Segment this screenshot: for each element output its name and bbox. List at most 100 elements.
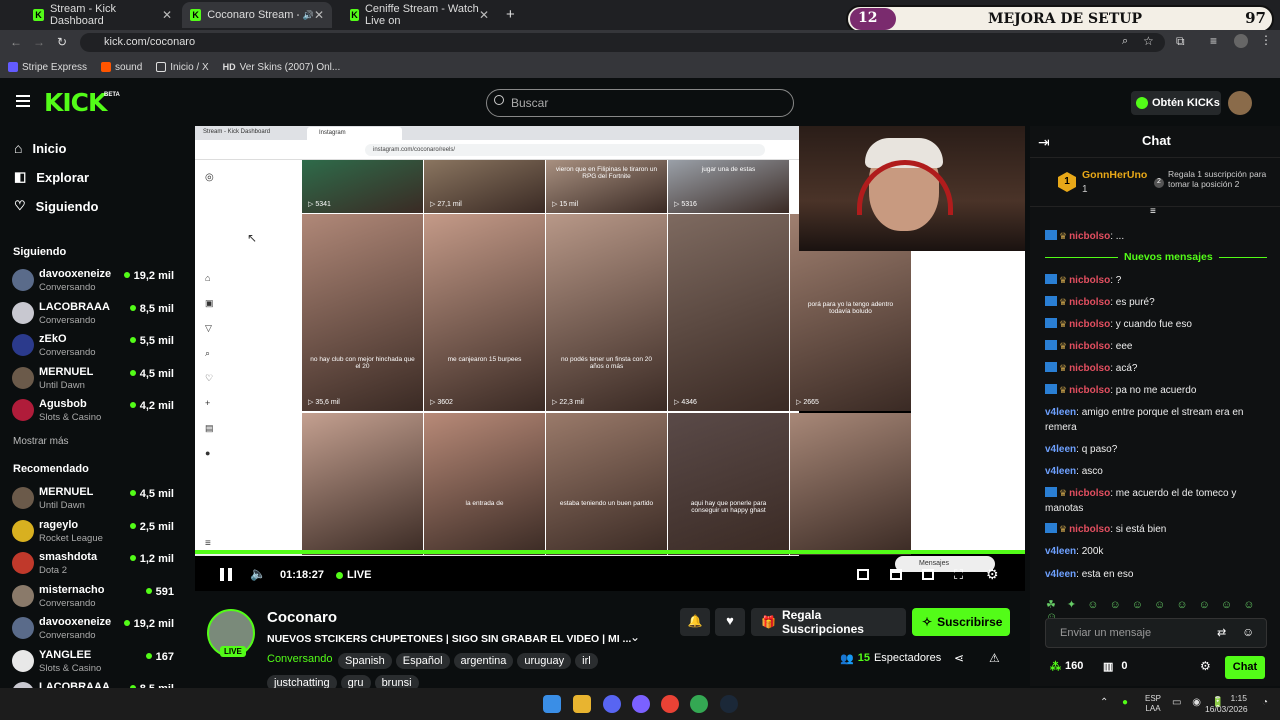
reel-tile[interactable]: ▷ 4346 <box>668 214 789 411</box>
reel-tile[interactable]: no hay club con mejor hinchada que el 20… <box>302 214 423 411</box>
subscribe-button[interactable]: ✧ Suscribirse <box>912 608 1010 636</box>
media-icon[interactable]: ≡ <box>1210 34 1217 48</box>
get-kicks-button[interactable]: Obtén KICKs <box>1131 91 1221 115</box>
hamburger-menu-icon[interactable] <box>16 95 30 107</box>
notification-icon[interactable]: ◔ <box>1262 697 1268 708</box>
gift-subscriptions-button[interactable]: 🎁 Regala Suscripciones <box>751 608 906 636</box>
settings-gear-icon[interactable]: ⚙ <box>986 566 999 583</box>
chat-username[interactable]: v4leen <box>1045 546 1076 557</box>
reload-icon[interactable]: ↻ <box>57 35 67 49</box>
reel-tile[interactable]: no podés tener un finsta con 20 años o m… <box>546 214 667 411</box>
reel-tile[interactable] <box>302 413 423 555</box>
chat-settings-icon[interactable]: ⚙ <box>1200 659 1211 673</box>
chat-username[interactable]: nicbolso <box>1069 231 1110 242</box>
app-icon[interactable] <box>632 695 650 713</box>
stream-tag[interactable]: uruguay <box>517 653 572 669</box>
close-icon[interactable]: ✕ <box>162 8 172 22</box>
chat-username[interactable]: nicbolso <box>1069 319 1110 330</box>
chat-filter-icon[interactable]: ≡ <box>1150 206 1156 217</box>
reel-tile[interactable]: estaba teniendo un buen partido <box>546 413 667 555</box>
reel-tile[interactable] <box>790 413 911 555</box>
channel-item[interactable]: davooxeneize Conversando 19,2 mil <box>12 267 178 299</box>
stream-tag[interactable]: Español <box>395 653 450 669</box>
pause-icon[interactable] <box>220 568 232 581</box>
kick-logo[interactable]: KICK <box>44 88 107 117</box>
bookmark-item[interactable]: HD Ver Skins (2007) Onl... <box>223 62 341 73</box>
speaker-icon[interactable]: 🔊 <box>303 10 314 21</box>
chat-username[interactable]: v4leen <box>1045 569 1076 580</box>
forward-icon[interactable]: → <box>33 35 45 49</box>
channel-item[interactable]: YANGLEE Slots & Casino 167 <box>12 648 178 680</box>
nav-explorar[interactable]: ◧ Explorar <box>14 169 89 185</box>
chat-username[interactable]: nicbolso <box>1069 524 1110 535</box>
chat-username[interactable]: v4leen <box>1045 466 1076 477</box>
bookmark-star-icon[interactable]: ☆ <box>1143 34 1154 48</box>
reel-tile[interactable]: me canjearon 15 burpees ▷ 3602 <box>424 214 545 411</box>
video-player[interactable]: Stream - Kick Dashboard Instagram instag… <box>195 126 1025 591</box>
app-icon[interactable] <box>661 695 679 713</box>
emote-bar[interactable]: ☘ ✦ ☺ ☺ ☺ ☺ ☺ ☺ ☺ ☺ ☺ <box>1046 598 1266 623</box>
volume-icon[interactable]: 🔈 <box>250 566 266 582</box>
reel-tile[interactable]: vieron que en Filipinas le tiraron un RP… <box>546 160 667 213</box>
channel-item[interactable]: MERNUEL Until Dawn 4,5 mil <box>12 485 178 517</box>
profile-avatar[interactable] <box>1234 34 1248 48</box>
bookmark-item[interactable]: sound <box>101 62 142 73</box>
start-icon[interactable] <box>543 695 561 713</box>
channel-item[interactable]: rageylo Rocket League 2,5 mil <box>12 518 178 550</box>
fullscreen-icon[interactable]: ⛶ <box>954 567 963 583</box>
clock[interactable]: 1:15 16/03/2026 <box>1205 693 1248 715</box>
clip-icon[interactable] <box>890 569 902 580</box>
file-explorer-icon[interactable] <box>573 695 591 713</box>
reel-tile[interactable]: la entrada de <box>424 413 545 555</box>
nav-inicio[interactable]: ⌂ Inicio <box>14 140 66 156</box>
channel-item[interactable]: davooxeneize Conversando 19,2 mil <box>12 615 178 647</box>
zoom-icon[interactable]: ⌕ <box>1122 35 1128 48</box>
back-icon[interactable]: ← <box>10 35 22 49</box>
notification-bell-button[interactable]: 🔔 <box>680 608 710 636</box>
translate-icon[interactable]: ⇄ <box>1217 626 1226 639</box>
stream-category[interactable]: Conversando <box>267 653 332 665</box>
close-icon[interactable]: ✕ <box>479 8 489 22</box>
chat-username[interactable]: nicbolso <box>1069 363 1110 374</box>
channel-name[interactable]: Coconaro <box>267 609 337 626</box>
channel-item[interactable]: MERNUEL Until Dawn 4,5 mil <box>12 365 178 397</box>
chat-input[interactable]: Enviar un mensaje <box>1045 618 1267 648</box>
bookmark-item[interactable]: Stripe Express <box>8 62 87 73</box>
chat-username[interactable]: nicbolso <box>1069 341 1110 352</box>
close-icon[interactable]: ✕ <box>314 8 324 22</box>
browser-tab[interactable]: K Ceniffe Stream - Watch Live on ✕ <box>342 2 497 28</box>
extensions-icon[interactable]: ⧉ <box>1176 34 1185 49</box>
user-avatar[interactable] <box>1228 91 1252 115</box>
reel-tile[interactable]: ▷ 27,1 mil <box>424 160 545 213</box>
chat-username[interactable]: nicbolso <box>1069 488 1110 499</box>
share-icon[interactable]: ⋖ <box>954 651 964 665</box>
channel-item[interactable]: smashdota Dota 2 1,2 mil <box>12 550 178 582</box>
browser-tab[interactable]: K Stream - Kick Dashboard ✕ <box>25 2 180 28</box>
tray-chevron-icon[interactable]: ⌃ <box>1100 697 1108 708</box>
menu-icon[interactable]: ⋮ <box>1260 33 1272 47</box>
channel-item[interactable]: zEkO Conversando 5,5 mil <box>12 332 178 364</box>
progress-track[interactable] <box>195 550 1025 554</box>
steam-icon[interactable] <box>720 695 738 713</box>
channel-points[interactable]: ⁂ 160 <box>1050 660 1083 673</box>
nav-siguiendo[interactable]: ♡ Siguiendo <box>14 198 99 214</box>
reel-tile[interactable]: aqui hay que ponerle para conseguir un h… <box>668 413 789 555</box>
stream-tag[interactable]: irl <box>575 653 598 669</box>
channel-item[interactable]: Agusbob Slots & Casino 4,2 mil <box>12 397 178 429</box>
new-tab-icon[interactable]: + <box>506 6 515 23</box>
chat-username[interactable]: nicbolso <box>1069 385 1110 396</box>
reel-tile[interactable]: ▷ 5341 <box>302 160 423 213</box>
browser-tab-active[interactable]: K Coconaro Stream - Watch L 🔊 ✕ <box>182 2 332 28</box>
bookmark-item[interactable]: Inicio / X <box>156 62 209 73</box>
search-input[interactable]: Buscar <box>486 89 794 117</box>
chevron-down-icon[interactable]: ⌄ <box>630 630 640 644</box>
url-field[interactable]: kick.com/coconaro <box>80 33 1165 52</box>
chat-username[interactable]: v4leen <box>1045 407 1076 418</box>
chat-username[interactable]: v4leen <box>1045 444 1076 455</box>
gift-count[interactable]: ▥ 0 <box>1103 660 1128 673</box>
chat-username[interactable]: nicbolso <box>1069 297 1110 308</box>
reel-tile[interactable]: jugar una de estas ▷ 5316 <box>668 160 789 213</box>
follow-button[interactable]: ♥ <box>715 608 745 636</box>
chrome-icon[interactable] <box>690 695 708 713</box>
theater-mode-icon[interactable] <box>857 569 869 580</box>
